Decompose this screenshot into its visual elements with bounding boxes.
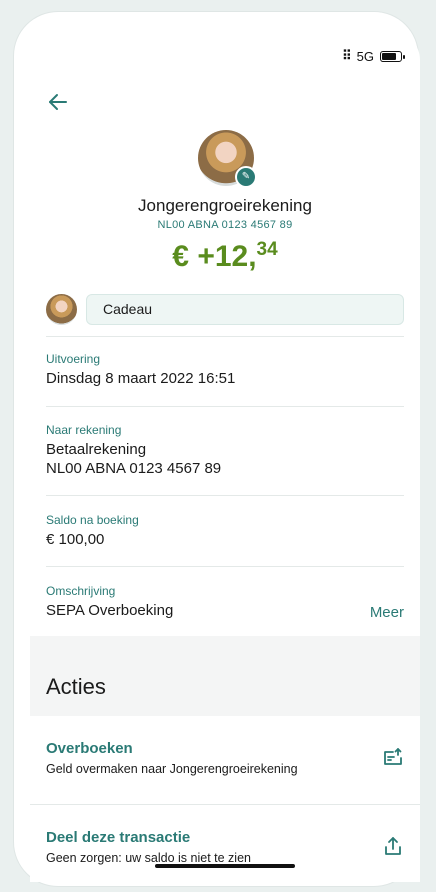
divider [46, 406, 404, 407]
action-subtitle: Geld overmaken naar Jongerengroeirekenin… [46, 762, 298, 776]
detail-naar-rekening: Naar rekening Betaalrekening NL00 ABNA 0… [46, 423, 404, 478]
detail-saldo: Saldo na boeking € 100,00 [46, 513, 404, 549]
divider [46, 495, 404, 496]
action-title: Overboeken [46, 740, 133, 757]
battery-icon [380, 50, 405, 62]
note-field[interactable]: Cadeau [86, 294, 404, 325]
detail-value: € 100,00 [46, 531, 105, 548]
divider [46, 566, 404, 567]
detail-omschrijving: Omschrijving SEPA Overboeking [46, 584, 404, 620]
detail-label: Saldo na boeking [46, 513, 139, 527]
account-name: Jongerengroeirekening [138, 196, 312, 215]
action-title: Deel deze transactie [46, 829, 191, 846]
divider [46, 336, 404, 337]
detail-uitvoering: Uitvoering Dinsdag 8 maart 2022 16:51 [46, 352, 404, 388]
back-arrow-icon[interactable] [46, 90, 70, 114]
status-bar: ⠿ 5G [342, 46, 405, 66]
account-avatar[interactable]: ✎ [198, 130, 257, 188]
account-iban: NL00 ABNA 0123 4567 89 [157, 219, 293, 231]
signal-icon: ⠿ [342, 48, 351, 63]
detail-value: NL00 ABNA 0123 4567 89 [46, 460, 222, 477]
screen: ⠿ 5G ✎ Jongerengroeirekening NL00 ABNA 0… [30, 32, 420, 882]
edit-badge-icon: ✎ [235, 166, 257, 188]
acties-title: Acties [46, 674, 106, 699]
network-label: 5G [356, 48, 374, 64]
meer-link[interactable]: Meer [370, 604, 404, 621]
note-row: Cadeau [46, 294, 404, 328]
detail-label: Uitvoering [46, 352, 101, 366]
action-overboeken[interactable]: Overboeken Geld overmaken naar Jongereng… [30, 716, 420, 796]
amount-main: € +12, [172, 240, 257, 273]
detail-value: Dinsdag 8 maart 2022 16:51 [46, 370, 236, 387]
acties-section: Acties [30, 636, 420, 716]
detail-value: Betaalrekening [46, 441, 147, 458]
action-deel-transactie[interactable]: Deel deze transactie Geen zorgen: uw sal… [30, 805, 420, 882]
home-indicator[interactable] [155, 864, 295, 868]
share-icon [382, 835, 404, 857]
detail-label: Omschrijving [46, 584, 116, 598]
transfer-icon [382, 746, 404, 768]
action-subtitle: Geen zorgen: uw saldo is niet te zien [46, 851, 251, 865]
amount-cents: 34 [256, 239, 278, 260]
detail-label: Naar rekening [46, 423, 122, 437]
transaction-amount: € +12,34 [30, 239, 420, 274]
detail-value: SEPA Overboeking [46, 602, 174, 619]
note-avatar [46, 294, 77, 325]
